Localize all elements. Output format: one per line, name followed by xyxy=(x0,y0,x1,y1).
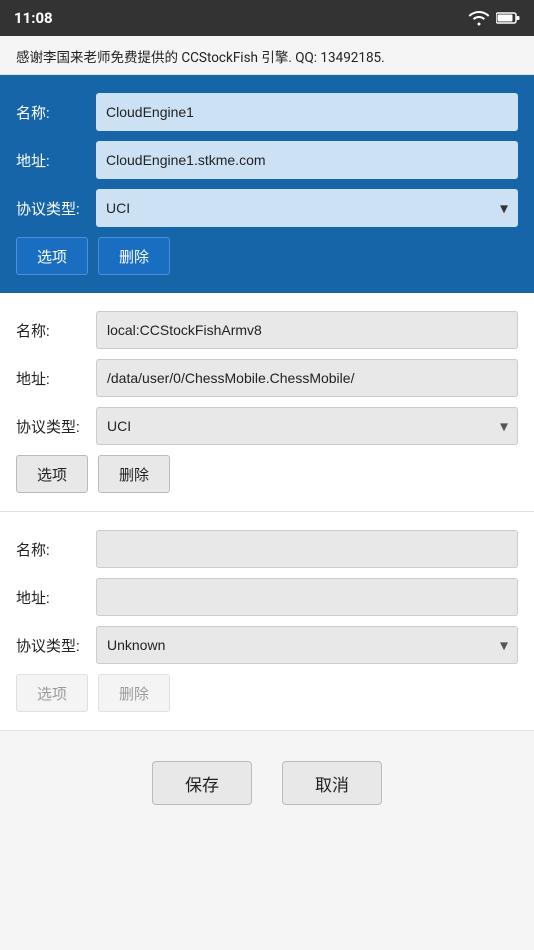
engine2-protocol-select[interactable]: UCI WinBoard Unknown xyxy=(96,407,518,445)
engine3-protocol-row: 协议类型: Unknown UCI WinBoard ▾ xyxy=(16,626,518,664)
engine1-btn-row: 选项 删除 xyxy=(16,237,518,275)
engine3-address-row: 地址: xyxy=(16,578,518,616)
engine3-delete-button[interactable]: 删除 xyxy=(98,674,170,712)
status-icons xyxy=(468,10,520,26)
status-time: 11:08 xyxy=(14,9,53,27)
engine3-name-row: 名称: xyxy=(16,530,518,568)
engine3-name-label: 名称: xyxy=(16,539,96,560)
engine-card-3: 名称: 地址: 协议类型: Unknown UCI WinBoard ▾ 选项 … xyxy=(0,512,534,731)
engine1-options-button[interactable]: 选项 xyxy=(16,237,88,275)
engine3-protocol-select-wrapper: Unknown UCI WinBoard ▾ xyxy=(96,626,518,664)
bottom-actions: 保存 取消 xyxy=(0,731,534,825)
engine2-name-label: 名称: xyxy=(16,320,96,341)
engine3-name-input[interactable] xyxy=(96,530,518,568)
engine2-options-button[interactable]: 选项 xyxy=(16,455,88,493)
engine3-address-label: 地址: xyxy=(16,587,96,608)
engine1-delete-button[interactable]: 删除 xyxy=(98,237,170,275)
engine1-protocol-label: 协议类型: xyxy=(16,198,96,219)
save-button[interactable]: 保存 xyxy=(152,761,252,805)
banner-text: 感谢李国来老师免费提供的 CCStockFish 引擎. QQ: 1349218… xyxy=(16,50,385,66)
engine1-name-row: 名称: xyxy=(16,93,518,131)
status-bar: 11:08 xyxy=(0,0,534,36)
engine1-address-label: 地址: xyxy=(16,150,96,171)
engine1-protocol-select[interactable]: UCI WinBoard Unknown xyxy=(96,189,518,227)
engine2-protocol-row: 协议类型: UCI WinBoard Unknown ▾ xyxy=(16,407,518,445)
wifi-icon xyxy=(468,10,490,26)
engine2-name-row: 名称: xyxy=(16,311,518,349)
engine1-name-label: 名称: xyxy=(16,102,96,123)
engine1-address-input[interactable] xyxy=(96,141,518,179)
cancel-button[interactable]: 取消 xyxy=(282,761,382,805)
engine3-btn-row: 选项 删除 xyxy=(16,674,518,712)
engine3-address-input[interactable] xyxy=(96,578,518,616)
engine2-protocol-select-wrapper: UCI WinBoard Unknown ▾ xyxy=(96,407,518,445)
engine3-options-button[interactable]: 选项 xyxy=(16,674,88,712)
engine3-protocol-label: 协议类型: xyxy=(16,635,96,656)
engine-card-1: 名称: 地址: 协议类型: UCI WinBoard Unknown ▾ 选项 … xyxy=(0,75,534,293)
engine2-name-input[interactable] xyxy=(96,311,518,349)
engine1-protocol-select-wrapper: UCI WinBoard Unknown ▾ xyxy=(96,189,518,227)
engine2-delete-button[interactable]: 删除 xyxy=(98,455,170,493)
engine2-address-label: 地址: xyxy=(16,368,96,389)
engine2-protocol-label: 协议类型: xyxy=(16,416,96,437)
engine1-address-row: 地址: xyxy=(16,141,518,179)
engine1-protocol-row: 协议类型: UCI WinBoard Unknown ▾ xyxy=(16,189,518,227)
banner: 感谢李国来老师免费提供的 CCStockFish 引擎. QQ: 1349218… xyxy=(0,36,534,75)
engine2-address-row: 地址: xyxy=(16,359,518,397)
engine1-name-input[interactable] xyxy=(96,93,518,131)
engine-card-2: 名称: 地址: 协议类型: UCI WinBoard Unknown ▾ 选项 … xyxy=(0,293,534,512)
engine2-address-input[interactable] xyxy=(96,359,518,397)
engine2-btn-row: 选项 删除 xyxy=(16,455,518,493)
battery-icon xyxy=(496,11,520,25)
engine3-protocol-select[interactable]: Unknown UCI WinBoard xyxy=(96,626,518,664)
